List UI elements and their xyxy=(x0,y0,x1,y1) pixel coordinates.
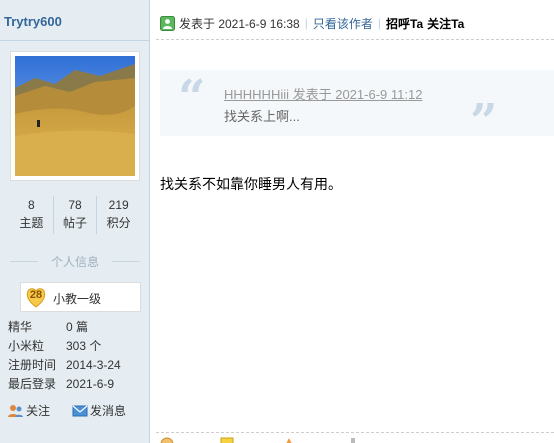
profile-details: 精华 0 篇 小米粒 303 个 注册时间 2014-3-24 最后登录 202… xyxy=(8,318,148,394)
quote-source-link[interactable]: HHHHHHiii 发表于 2021-6-9 11:12 xyxy=(224,84,422,103)
level-label: 小教一级 xyxy=(53,292,102,306)
stat-points-label: 积分 xyxy=(106,216,131,230)
profile-key: 精华 xyxy=(8,320,33,334)
level-number: 28 xyxy=(29,289,43,301)
follow-author-link[interactable]: 关注Ta xyxy=(427,15,464,32)
only-author-link[interactable]: 只看该作者 xyxy=(313,15,373,32)
action-icon xyxy=(220,437,234,443)
online-status-icon xyxy=(160,15,175,31)
profile-value: 303 个 xyxy=(66,339,102,353)
stat-points[interactable]: 219 积分 xyxy=(96,196,140,234)
follow-label: 关注 xyxy=(26,404,51,418)
action-icon xyxy=(351,438,355,443)
follow-button[interactable]: 关注 xyxy=(8,402,50,419)
follow-users-icon xyxy=(8,404,23,417)
profile-info-heading: 个人信息 xyxy=(10,253,140,270)
stat-threads-count: 8 xyxy=(27,198,35,212)
footer-action[interactable] xyxy=(220,437,238,443)
quote-text: 找关系上啊... xyxy=(224,109,300,124)
username-link[interactable]: Trytry600 xyxy=(4,14,62,29)
send-message-button[interactable]: 发消息 xyxy=(72,402,126,419)
profile-value: 2021-6-9 xyxy=(66,377,115,391)
profile-row: 小米粒 303 个 xyxy=(8,337,148,356)
profile-key: 注册时间 xyxy=(8,358,57,372)
stat-threads-label: 主题 xyxy=(19,216,44,230)
divider xyxy=(0,40,150,41)
post-timestamp: 发表于 2021-6-9 16:38 xyxy=(179,16,300,31)
open-quote-icon: “ xyxy=(178,70,206,126)
header-divider xyxy=(156,39,554,40)
stat-points-count: 219 xyxy=(108,198,129,212)
post-content: 找关系不如靠你睡男人有用。 xyxy=(160,176,342,192)
separator: | xyxy=(304,16,308,30)
footer-action[interactable] xyxy=(160,437,178,443)
avatar[interactable] xyxy=(10,51,140,181)
post-header: 发表于 2021-6-9 16:38 | 只看该作者 | 招呼Ta 关注Ta xyxy=(160,13,464,33)
avatar-image xyxy=(15,56,135,176)
profile-value: 2014-3-24 xyxy=(66,358,121,372)
post-footer xyxy=(156,432,554,443)
action-icon xyxy=(286,438,292,443)
user-stats: 8 主题 78 帖子 219 积分 xyxy=(10,196,140,234)
greet-link[interactable]: 招呼Ta xyxy=(386,15,423,32)
quote-block: “ ” HHHHHHiii 发表于 2021-6-9 11:12 找关系上啊..… xyxy=(160,70,554,146)
level-badge-icon: 28 xyxy=(25,286,47,308)
profile-key: 小米粒 xyxy=(8,339,45,353)
stat-posts[interactable]: 78 帖子 xyxy=(52,196,97,234)
user-level: 28 小教一级 xyxy=(20,282,141,312)
action-icon xyxy=(160,437,174,443)
profile-row: 精华 0 篇 xyxy=(8,318,148,337)
user-sidebar: Trytry600 8 主题 78 帖子 219 积分 个人信息 28 小教一级… xyxy=(0,0,150,443)
stat-posts-label: 帖子 xyxy=(63,216,88,230)
profile-value: 0 篇 xyxy=(66,320,89,334)
stat-posts-count: 78 xyxy=(68,198,82,212)
separator: | xyxy=(377,16,381,30)
stat-threads[interactable]: 8 主题 xyxy=(10,196,53,234)
footer-action[interactable] xyxy=(346,437,364,443)
user-actions: 关注 发消息 xyxy=(8,402,148,419)
profile-row: 注册时间 2014-3-24 xyxy=(8,356,148,375)
profile-row: 最后登录 2021-6-9 xyxy=(8,375,148,394)
profile-key: 最后登录 xyxy=(8,377,57,391)
close-quote-icon: ” xyxy=(470,94,498,150)
send-message-label: 发消息 xyxy=(90,404,127,418)
footer-action[interactable] xyxy=(282,437,300,443)
envelope-icon xyxy=(72,405,88,416)
